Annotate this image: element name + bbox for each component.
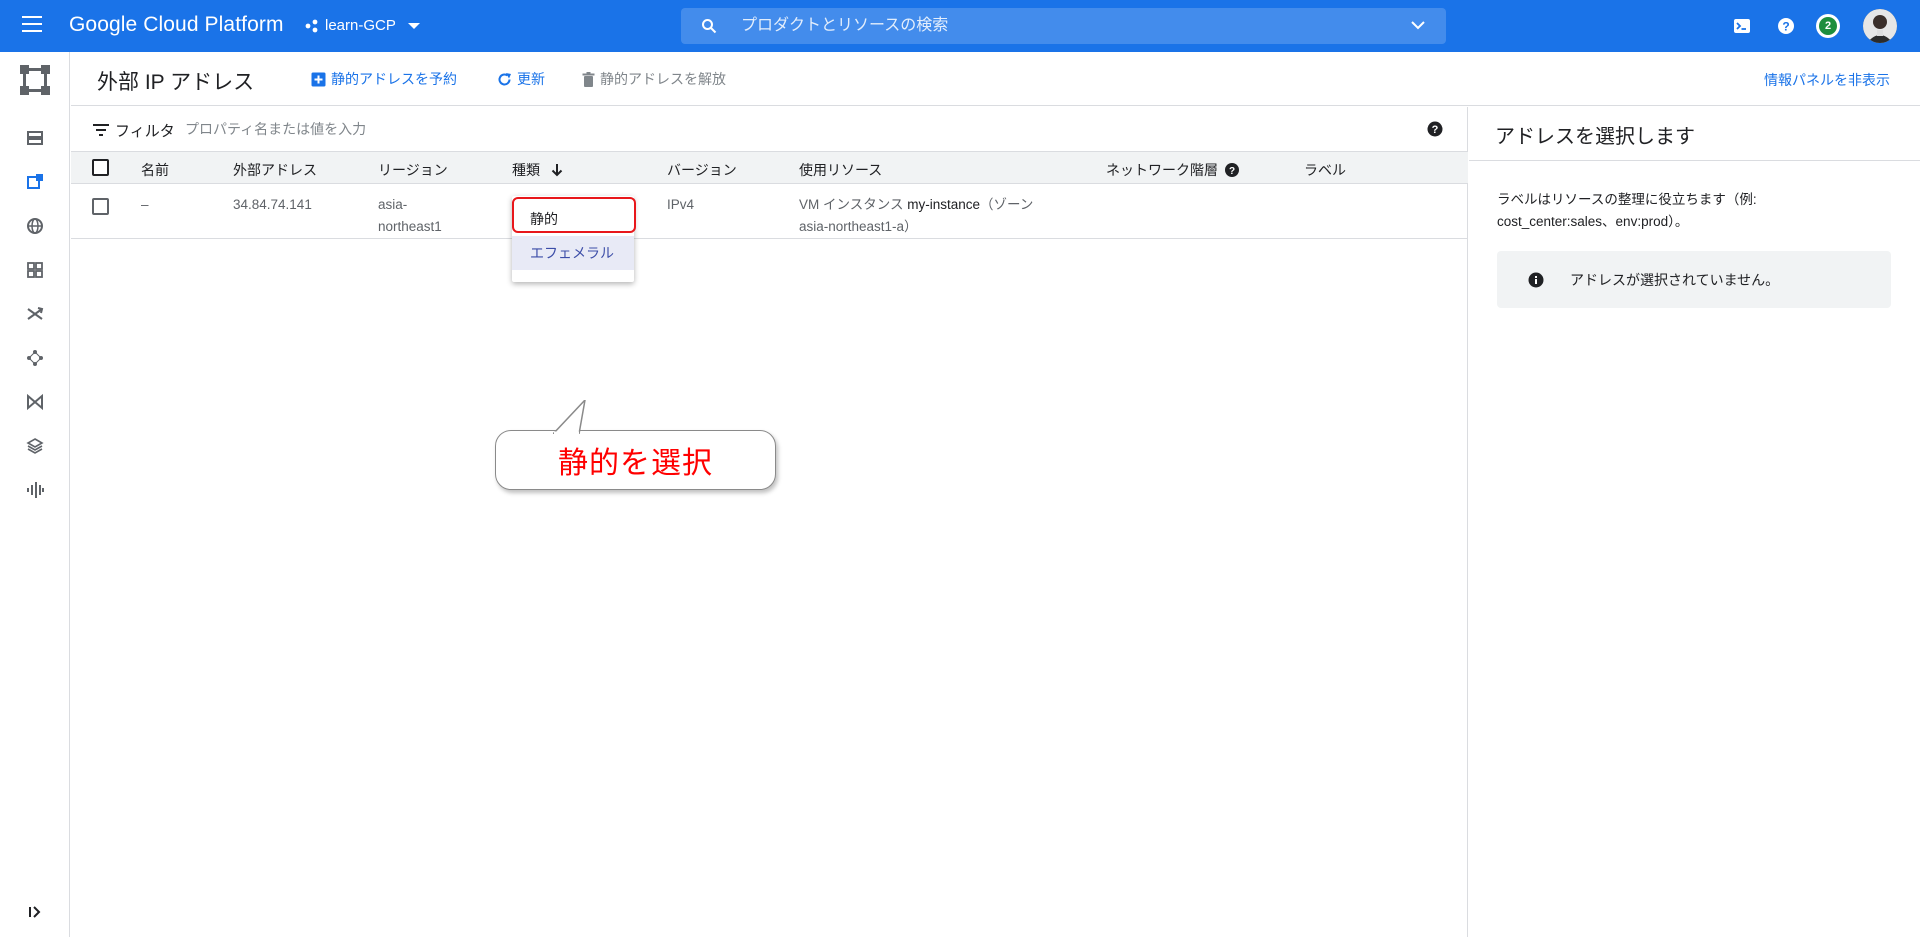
external-ip-icon[interactable]: [26, 173, 44, 191]
svg-text:?: ?: [1432, 124, 1439, 136]
cell-version: IPv4: [667, 197, 695, 212]
search-box[interactable]: [681, 8, 1446, 44]
cell-used-by: VM インスタンス my-instance（ゾーン asia-northeast…: [799, 194, 1033, 238]
arrow-down-icon: [551, 164, 563, 177]
terminal-icon[interactable]: [1730, 14, 1754, 38]
cell-used-by-prefix: VM インスタンス: [799, 197, 908, 212]
menu-icon[interactable]: [22, 16, 42, 34]
column-name[interactable]: 名前: [141, 160, 169, 180]
info-icon: [1528, 272, 1544, 288]
search-icon: [702, 19, 717, 34]
brand-title[interactable]: Google Cloud Platform: [69, 13, 284, 37]
help-icon[interactable]: ?: [1224, 163, 1239, 177]
routes-icon[interactable]: [26, 261, 44, 279]
column-external-address[interactable]: 外部アドレス: [233, 160, 317, 180]
cell-name: –: [141, 197, 149, 212]
select-all-checkbox[interactable]: [92, 159, 109, 176]
info-message-box: アドレスが選択されていません。: [1497, 251, 1891, 308]
column-region[interactable]: リージョン: [378, 160, 448, 180]
callout-tail: [553, 400, 586, 434]
help-icon[interactable]: ?: [1427, 121, 1443, 137]
page-header: 外部 IP アドレス 静的アドレスを予約 更新 静的アドレスを解放 情報パネルを…: [71, 52, 1920, 106]
type-dropdown: 静的 エフェメラル: [512, 196, 634, 282]
release-static-address-button[interactable]: 静的アドレスを解放: [582, 69, 726, 89]
table-row[interactable]: – 34.84.74.141 asia- northeast1 IPv4 VM …: [71, 184, 1468, 239]
annotation-callout: 静的を選択: [495, 430, 776, 490]
caret-down-icon: [407, 22, 420, 29]
cell-region-line2: northeast1: [378, 219, 442, 234]
column-version[interactable]: バージョン: [667, 160, 737, 180]
refresh-icon: [498, 72, 511, 85]
top-bar: Google Cloud Platform learn-GCP ? 2: [0, 0, 1920, 52]
reserve-static-address-button[interactable]: 静的アドレスを予約: [311, 69, 457, 89]
divider: [1469, 160, 1920, 161]
cell-used-by-line2: asia-northeast1-a）: [799, 219, 918, 234]
cell-external-address: 34.84.74.141: [233, 197, 312, 212]
notification-count: 2: [1819, 17, 1837, 35]
column-type[interactable]: 種類: [512, 160, 564, 180]
refresh-button[interactable]: 更新: [497, 69, 545, 89]
reserve-label: 静的アドレスを予約: [331, 71, 457, 87]
expand-icon[interactable]: [27, 904, 43, 920]
vpc-peering-icon[interactable]: [26, 305, 44, 323]
release-label: 静的アドレスを解放: [600, 71, 726, 87]
column-network-tier[interactable]: ネットワーク階層 ?: [1106, 160, 1239, 180]
info-message-text: アドレスが選択されていません。: [1570, 272, 1780, 288]
refresh-label: 更新: [517, 71, 545, 87]
project-selector[interactable]: learn-GCP: [305, 17, 420, 34]
chevron-down-icon[interactable]: [1410, 17, 1426, 33]
column-used-by[interactable]: 使用リソース: [799, 160, 882, 180]
instance-link[interactable]: my-instance: [907, 197, 980, 212]
main-content: フィルタ ? 名前 外部アドレス リージョン 種類 バージョン 使用リソース ネ…: [71, 107, 1468, 937]
hide-info-panel-link[interactable]: 情報パネルを非表示: [1764, 70, 1890, 90]
filter-input[interactable]: [185, 117, 585, 141]
serverless-connector-icon[interactable]: [26, 393, 44, 411]
page-title: 外部 IP アドレス: [97, 71, 255, 94]
column-type-label: 種類: [512, 162, 540, 178]
packet-mirroring-icon[interactable]: [26, 437, 44, 455]
filter-icon[interactable]: [93, 124, 109, 136]
project-dots-icon: [305, 19, 318, 32]
help-icon[interactable]: ?: [1774, 14, 1798, 38]
info-panel-description: ラベルはリソースの整理に役立ちます（例: cost_center:sales、e…: [1497, 192, 1757, 229]
cell-region: asia- northeast1: [378, 194, 442, 238]
row-checkbox[interactable]: [92, 198, 109, 215]
vpc-logo-icon: [20, 65, 50, 95]
shared-vpc-icon[interactable]: [26, 349, 44, 367]
delete-icon: [582, 71, 595, 87]
callout-text: 静的を選択: [558, 446, 713, 481]
network-analyzer-icon[interactable]: [26, 481, 44, 499]
avatar[interactable]: [1863, 9, 1897, 43]
column-labels[interactable]: ラベル: [1304, 160, 1346, 180]
table-header: 名前 外部アドレス リージョン 種類 バージョン 使用リソース ネットワーク階層…: [71, 152, 1468, 184]
column-network-tier-label: ネットワーク階層: [1106, 162, 1218, 178]
add-box-icon: [311, 72, 326, 86]
cell-region-line1: asia-: [378, 197, 408, 212]
vpc-networks-icon[interactable]: [26, 129, 44, 147]
notification-icon[interactable]: 2: [1816, 14, 1840, 38]
info-panel: アドレスを選択します ラベルはリソースの整理に役立ちます（例: cost_cen…: [1469, 107, 1920, 937]
filter-bar: フィルタ ?: [71, 107, 1468, 152]
filter-label[interactable]: フィルタ: [115, 120, 175, 141]
project-name: learn-GCP: [325, 17, 396, 34]
firewall-icon[interactable]: [26, 217, 44, 235]
svg-text:?: ?: [1229, 166, 1235, 177]
cell-used-by-suffix: （ゾーン: [980, 197, 1034, 212]
dropdown-option-static[interactable]: 静的: [512, 202, 634, 236]
left-nav: [0, 52, 70, 937]
search-input[interactable]: [741, 14, 1361, 38]
dropdown-option-ephemeral[interactable]: エフェメラル: [512, 236, 634, 270]
info-panel-title: アドレスを選択します: [1495, 126, 1695, 148]
svg-text:?: ?: [1782, 20, 1789, 34]
